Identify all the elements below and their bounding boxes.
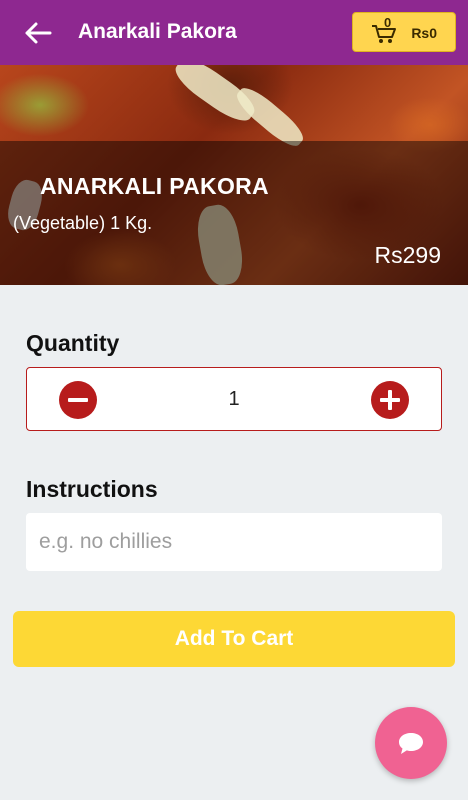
increase-quantity-button[interactable]: [371, 381, 409, 419]
chat-bubble-icon: [399, 733, 423, 754]
cart-button[interactable]: 0 Rs0: [352, 12, 456, 52]
instructions-label: Instructions: [26, 476, 158, 502]
arrow-left-icon: [25, 22, 52, 44]
product-price: Rs299: [374, 242, 441, 268]
chat-button[interactable]: [375, 707, 447, 779]
product-description: (Vegetable) 1 Kg.: [13, 213, 153, 233]
app-bar: Anarkali Pakora 0 Rs0: [0, 0, 468, 65]
page-title: Anarkali Pakora: [78, 20, 237, 43]
product-hero-image: ANARKALI PAKORA (Vegetable) 1 Kg. Rs299: [0, 65, 468, 285]
cart-total: Rs0: [411, 25, 437, 41]
back-button[interactable]: [20, 16, 56, 50]
instructions-input[interactable]: [26, 513, 442, 571]
product-name: ANARKALI PAKORA: [40, 173, 269, 199]
quantity-label: Quantity: [26, 330, 120, 356]
cart-count-badge: 0: [384, 15, 392, 30]
plus-icon-vertical: [388, 390, 392, 410]
add-to-cart-button[interactable]: Add To Cart: [13, 611, 455, 667]
quantity-stepper: 1: [26, 367, 442, 431]
